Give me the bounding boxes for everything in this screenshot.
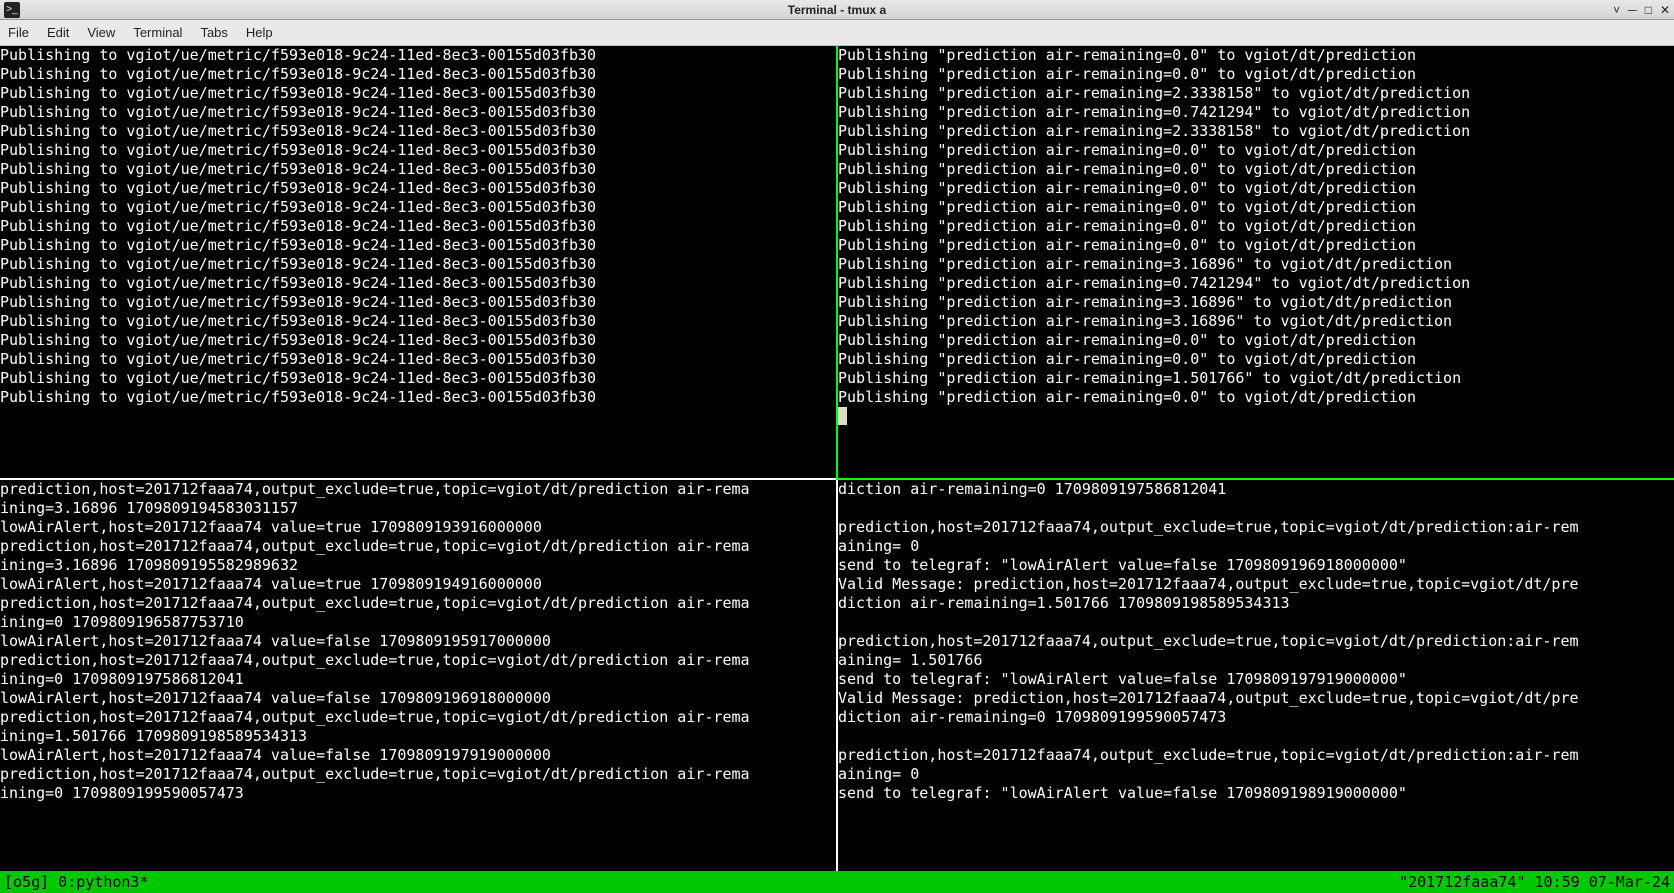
minimize-icon[interactable]: ˅: [1613, 3, 1620, 17]
menu-terminal[interactable]: Terminal: [133, 25, 182, 40]
window-controls: ˅ ─ □ ✕: [1613, 3, 1670, 17]
menu-tabs[interactable]: Tabs: [200, 25, 227, 40]
tmux-statusbar: [o5g] 0:python3* "201712faaa74" 10:59 07…: [0, 871, 1674, 893]
pane-top-left[interactable]: Publishing to vgiot/ue/metric/f593e018-9…: [0, 46, 836, 478]
window-title: Terminal - tmux a: [788, 3, 886, 17]
pane-bottom-right[interactable]: diction air-remaining=0 1709809197586812…: [838, 480, 1674, 871]
iconify-icon[interactable]: ─: [1628, 3, 1637, 17]
tmux-area[interactable]: Publishing to vgiot/ue/metric/f593e018-9…: [0, 46, 1674, 893]
menu-file[interactable]: File: [8, 25, 29, 40]
status-right: "201712faaa74" 10:59 07-Mar-24: [1399, 873, 1670, 892]
pane-top-right[interactable]: Publishing "prediction air-remaining=0.0…: [838, 46, 1674, 478]
menu-help[interactable]: Help: [246, 25, 273, 40]
menu-edit[interactable]: Edit: [47, 25, 69, 40]
terminal-icon: >_: [4, 2, 20, 18]
menu-view[interactable]: View: [87, 25, 115, 40]
pane-bottom-left[interactable]: prediction,host=201712faaa74,output_excl…: [0, 480, 836, 871]
status-left: [o5g] 0:python3*: [4, 873, 149, 892]
titlebar: >_ Terminal - tmux a ˅ ─ □ ✕: [0, 0, 1674, 20]
close-icon[interactable]: ✕: [1660, 3, 1670, 17]
menubar: File Edit View Terminal Tabs Help: [0, 20, 1674, 46]
maximize-icon[interactable]: □: [1645, 3, 1652, 17]
